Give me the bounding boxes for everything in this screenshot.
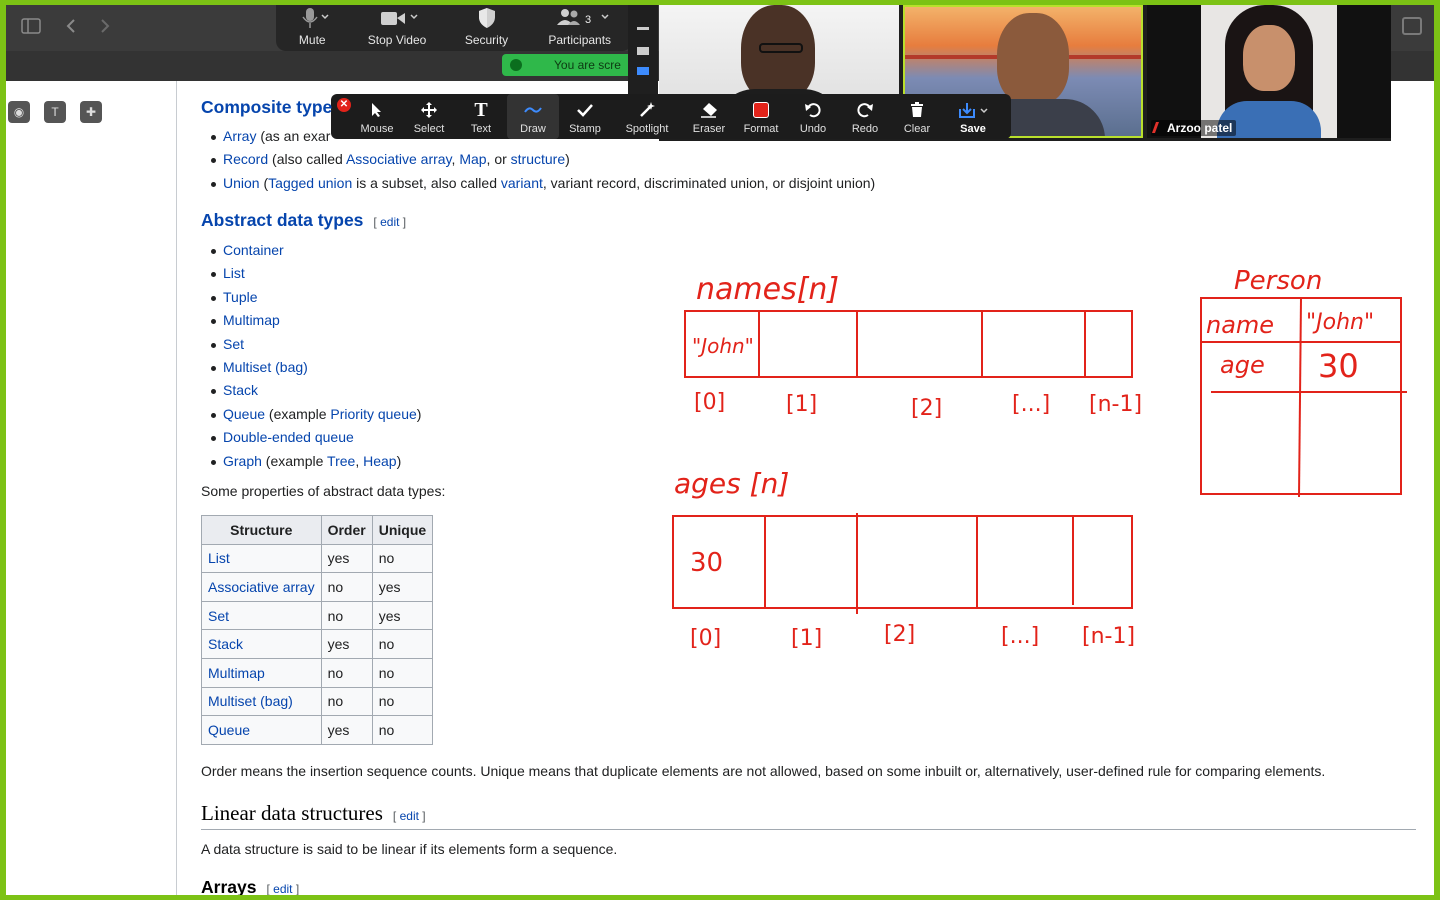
person-record-label: Person bbox=[1234, 266, 1322, 296]
names-index-label: [0] bbox=[694, 390, 725, 415]
person-field-name: age bbox=[1220, 351, 1265, 379]
screen: ◉ T ✚ Mute Stop Video Security 3 Partici… bbox=[6, 5, 1434, 895]
ages-index-label: [1] bbox=[791, 626, 822, 651]
ages-index-label: [0] bbox=[690, 626, 721, 651]
ages-array-label: ages [n] bbox=[674, 467, 789, 500]
ages-index-label: [2] bbox=[884, 622, 915, 647]
ages-cell-0-value: 30 bbox=[690, 548, 723, 578]
ages-array-box bbox=[672, 515, 1133, 609]
ages-index-label: [n-1] bbox=[1082, 624, 1135, 649]
ages-index-label: [...] bbox=[1001, 624, 1039, 649]
names-index-label: [1] bbox=[786, 392, 817, 417]
names-array-label: names[n] bbox=[696, 272, 839, 307]
person-field-value: "John" bbox=[1306, 310, 1374, 335]
person-field-name: name bbox=[1206, 311, 1274, 339]
names-index-label: [n-1] bbox=[1089, 392, 1142, 417]
names-index-label: [2] bbox=[911, 396, 942, 421]
annotation-drawing-layer: names[n] "John" [0] [1] [2] [...] [n-1] … bbox=[672, 266, 1407, 651]
person-column-divider bbox=[1298, 297, 1302, 498]
names-index-label: [...] bbox=[1012, 392, 1050, 417]
names-cell-0-value: "John" bbox=[692, 334, 754, 358]
person-field-value: 30 bbox=[1318, 347, 1359, 385]
